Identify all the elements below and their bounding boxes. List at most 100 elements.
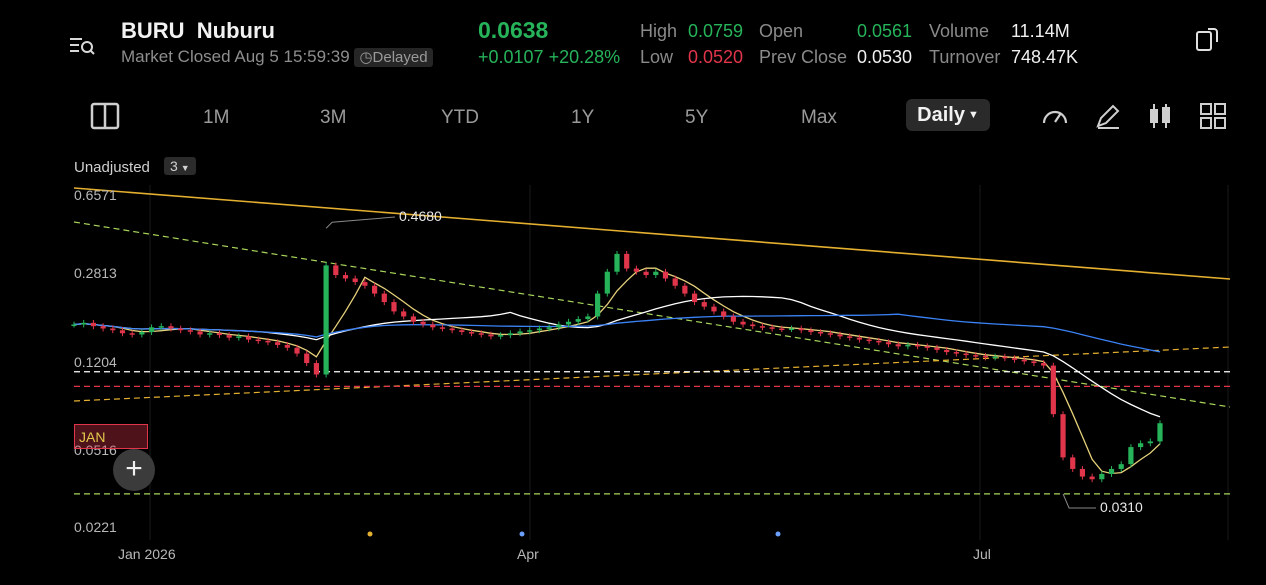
event-marker-dot [367,531,373,537]
candle-body [691,293,698,303]
candle-body [992,356,998,359]
candle-body [876,340,882,343]
candle-body [759,326,766,328]
candle-body [624,253,630,269]
candle-body [352,278,358,283]
candle-body [856,337,863,340]
candle-body [1157,423,1163,442]
candle-body [779,328,785,330]
candle-body [178,328,184,331]
candle-body [371,285,378,294]
candle-body [333,265,339,276]
candle-body [944,349,950,353]
chart-grid [149,185,1229,540]
candle-body [721,311,727,317]
candle-body [90,322,96,327]
candle-body [982,355,989,358]
candle-body [546,327,552,329]
candle-body [468,332,475,334]
candle-body [187,330,193,332]
candle-body [1031,361,1037,364]
candle-body [381,293,387,303]
x-tick-label: Apr [517,546,539,562]
event-markers [325,216,1096,537]
candle-body [653,271,659,276]
candle-body [71,324,77,326]
candle-body [1138,443,1144,448]
candle-body [226,335,232,338]
ma-line [73,267,1161,475]
candle-body [139,332,145,335]
candle-body [1079,468,1086,477]
candle-body [1108,468,1115,474]
candle-body [643,271,649,276]
candle-body [342,275,349,279]
candle-body [682,285,688,294]
add-drawing-button[interactable]: + [113,449,155,491]
moving-averages [73,267,1161,475]
y-tick-label: 0.6571 [74,187,117,203]
candle-body [158,326,164,328]
candle-body [216,333,223,336]
support-trendline [73,346,1231,402]
trendlines [73,187,1231,408]
candle-body [934,347,940,350]
candle-body [478,333,484,335]
candle-body [662,271,669,279]
candle-body [439,327,446,329]
candle-body [420,321,426,325]
candle-body [672,278,678,286]
candle-body [827,333,833,335]
candle-body [701,302,707,307]
candle-body [847,336,853,338]
candle-body [498,335,504,337]
candle-body [207,333,213,335]
x-tick-label: Jul [973,546,991,562]
x-tick-label: Jan 2026 [118,546,176,562]
candle-body [110,328,116,331]
event-marker-dot [775,531,781,537]
event-marker-dot [519,531,525,537]
candle-body [808,330,814,333]
resistance-trendline [73,187,1231,280]
price-chart[interactable] [0,0,1266,585]
candle-body [953,352,959,354]
candle-body [245,336,252,340]
candle-body [914,344,921,347]
candle-body [1011,358,1018,360]
candle-body [585,316,591,320]
candle-body [1021,359,1027,362]
candle-body [119,330,126,334]
y-tick-label: 0.0221 [74,519,117,535]
candle-body [129,333,135,335]
candle-body [100,326,106,329]
candle-body [769,327,775,329]
candle-body [323,265,329,375]
candle-body [197,331,203,335]
candle-body [148,327,155,333]
ma-line [73,295,1161,418]
candle-body [507,333,513,336]
candle-body [313,363,320,375]
high-callout-leader [325,216,396,229]
candle-body [449,328,455,331]
candle-body [1118,464,1124,469]
candle-body [565,321,572,325]
candle-body [818,332,824,334]
candle-body [410,316,416,322]
candle-body [885,342,892,345]
candle-body [1041,363,1047,366]
candle-body [81,322,87,325]
candle-body [604,271,610,294]
y-tick-label: 0.2813 [74,265,117,281]
candle-body [730,316,736,322]
candle-body [1060,414,1066,458]
candle-body [284,344,290,348]
candle-body [1002,356,1008,359]
y-tick-label: 0.1204 [74,354,117,370]
candle-body [517,331,523,334]
candle-body [391,302,397,312]
candle-body [895,344,901,347]
candle-body [633,268,639,272]
period-tag[interactable]: JAN [74,424,148,449]
